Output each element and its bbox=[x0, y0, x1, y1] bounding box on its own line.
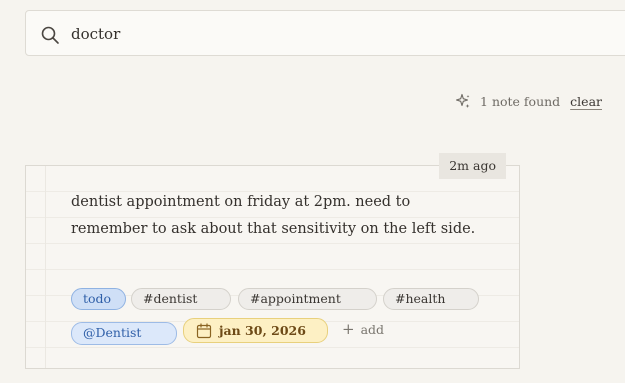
tag-todo[interactable]: todo bbox=[71, 288, 126, 310]
note-timestamp: 2m ago bbox=[439, 153, 506, 179]
due-date-chip[interactable]: jan 30, 2026 bbox=[183, 318, 328, 343]
note-body: dentist appointment on friday at 2pm. ne… bbox=[71, 194, 476, 237]
plus-icon: + bbox=[342, 320, 355, 338]
search-box[interactable] bbox=[25, 10, 625, 56]
results-bar: 1 note found clear bbox=[455, 93, 602, 109]
sparkle-icon bbox=[455, 93, 470, 108]
tag-health[interactable]: #health bbox=[383, 288, 479, 310]
note-card[interactable]: 2m ago dentist appointment on friday at … bbox=[25, 153, 520, 369]
search-input[interactable] bbox=[71, 23, 625, 45]
due-date-label: jan 30, 2026 bbox=[219, 323, 306, 338]
tag-appointment[interactable]: #appointment bbox=[238, 288, 377, 310]
tag-dentist[interactable]: #dentist bbox=[131, 288, 231, 310]
calendar-icon bbox=[196, 322, 212, 338]
add-label: add bbox=[360, 321, 385, 337]
clear-button[interactable]: clear bbox=[570, 94, 602, 109]
add-tag-button[interactable]: + add bbox=[342, 321, 384, 337]
mention-dentist[interactable]: @Dentist bbox=[71, 322, 177, 345]
search-icon bbox=[41, 26, 59, 44]
results-count: 1 note found bbox=[480, 93, 561, 109]
